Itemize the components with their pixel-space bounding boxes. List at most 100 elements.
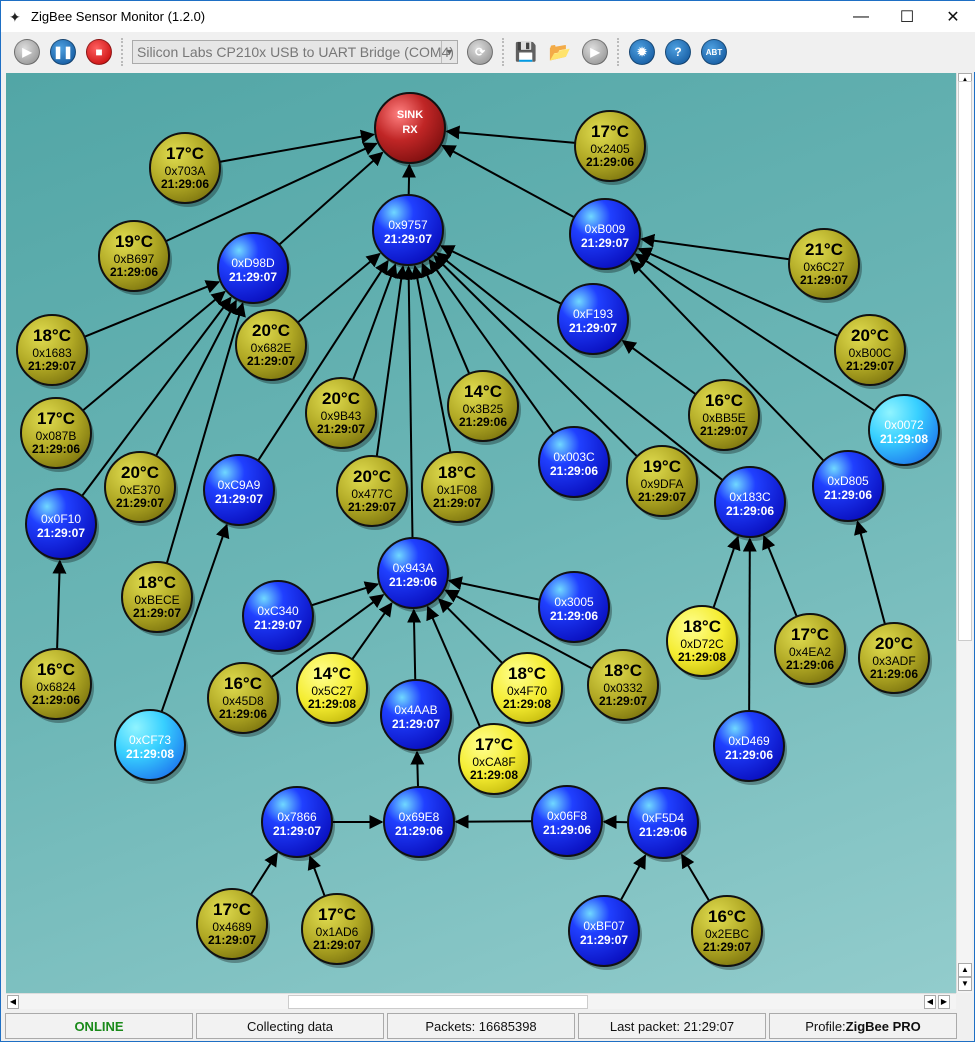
link-477C-to-9757 <box>375 265 409 457</box>
node-D469[interactable]: 0xD46921:29:06 <box>713 710 787 785</box>
node-temperature: 17°C <box>166 144 204 163</box>
node-timestamp: 21:29:06 <box>459 415 507 429</box>
node-timestamp: 21:29:07 <box>569 321 617 335</box>
node-B009[interactable]: 0xB00921:29:07 <box>569 198 643 273</box>
node-address: 0x477C <box>351 487 393 501</box>
node-003C[interactable]: 0x003C21:29:06 <box>538 426 612 501</box>
node-2405[interactable]: 17°C0x240521:29:06 <box>574 110 648 185</box>
node-timestamp: 21:29:07 <box>215 492 263 506</box>
node-address: 0xD72C <box>680 637 724 651</box>
horizontal-scrollbar[interactable]: ◀ ◀ ▶ <box>6 993 956 1009</box>
node-BECE[interactable]: 18°C0xBECE21:29:07 <box>121 561 195 636</box>
vertical-scroll-thumb[interactable] <box>958 81 972 641</box>
node-timestamp: 21:29:07 <box>133 606 181 620</box>
node-1683[interactable]: 18°C0x168321:29:07 <box>16 314 90 389</box>
node-B00C[interactable]: 20°C0xB00C21:29:07 <box>834 314 908 389</box>
node-address: 0xE370 <box>120 483 161 497</box>
node-BB5E[interactable]: 16°C0xBB5E21:29:07 <box>688 379 762 454</box>
node-477C[interactable]: 20°C0x477C21:29:07 <box>336 455 410 530</box>
link-5C27-to-943A <box>351 602 393 660</box>
node-3005[interactable]: 0x300521:29:06 <box>538 571 612 646</box>
node-1AD6[interactable]: 17°C0x1AD621:29:07 <box>301 893 375 968</box>
node-D805[interactable]: 0xD80521:29:06 <box>812 450 886 525</box>
horizontal-scroll-thumb[interactable] <box>288 995 588 1009</box>
node-address: 0x7866 <box>277 810 317 824</box>
node-6C27[interactable]: 21°C0x6C2721:29:07 <box>788 228 862 303</box>
node-703A[interactable]: 17°C0x703A21:29:06 <box>149 132 223 207</box>
node-address: 0x3B25 <box>463 402 504 416</box>
link-C340-to-943A <box>311 581 380 607</box>
node-BF07[interactable]: 0xBF0721:29:07 <box>568 895 642 970</box>
node-9B43[interactable]: 20°C0x9B4321:29:07 <box>305 377 379 452</box>
scroll-down-button-2[interactable]: ▼ <box>958 977 972 991</box>
node-7866[interactable]: 0x786621:29:07 <box>261 786 335 861</box>
maximize-button[interactable]: ☐ <box>884 1 930 32</box>
node-0072[interactable]: 0x007221:29:08 <box>868 394 942 469</box>
node-C340[interactable]: 0xC34021:29:07 <box>242 580 316 655</box>
link-D72C-to-183C <box>712 535 741 609</box>
refresh-icon[interactable]: ⟳ <box>467 39 493 65</box>
link-BF07-to-F5D4 <box>619 854 647 901</box>
node-CA8F[interactable]: 17°C0xCA8F21:29:08 <box>458 723 532 798</box>
node-4F70[interactable]: 18°C0x4F7021:29:08 <box>491 652 565 727</box>
node-3ADF[interactable]: 20°C0x3ADF21:29:06 <box>858 622 932 697</box>
node-1F08[interactable]: 18°C0x1F0821:29:07 <box>421 451 495 526</box>
node-timestamp: 21:29:07 <box>638 490 686 504</box>
vertical-scrollbar[interactable]: ▲ ▲ ▼ <box>956 73 972 993</box>
node-SINK[interactable]: SINK RX <box>374 92 448 167</box>
port-select[interactable]: Silicon Labs CP210x USB to UART Bridge (… <box>132 40 458 64</box>
node-69E8[interactable]: 0x69E821:29:06 <box>383 786 457 861</box>
node-0332[interactable]: 18°C0x033221:29:07 <box>587 649 661 724</box>
node-45D8[interactable]: 16°C0x45D821:29:06 <box>207 662 281 737</box>
node-timestamp: 21:29:06 <box>161 177 209 191</box>
node-6824[interactable]: 16°C0x682421:29:06 <box>20 648 94 723</box>
open-folder-icon[interactable]: 📂 <box>548 40 572 64</box>
scroll-right-button[interactable]: ▶ <box>938 995 950 1009</box>
node-CF73[interactable]: 0xCF7321:29:08 <box>114 709 188 784</box>
node-temperature: 18°C <box>683 617 721 636</box>
node-temperature: 20°C <box>252 321 290 340</box>
node-9757[interactable]: 0x975721:29:07 <box>372 194 446 269</box>
node-timestamp: 21:29:06 <box>726 504 774 518</box>
close-button[interactable]: ✕ <box>930 1 975 32</box>
node-183C[interactable]: 0x183C21:29:06 <box>714 466 788 541</box>
save-icon[interactable]: 💾 <box>514 40 538 64</box>
node-F5D4[interactable]: 0xF5D421:29:06 <box>627 787 701 862</box>
node-943A[interactable]: 0x943A21:29:06 <box>377 537 451 612</box>
node-9DFA[interactable]: 19°C0x9DFA21:29:07 <box>626 445 700 520</box>
node-0F10[interactable]: 0x0F1021:29:07 <box>25 488 99 563</box>
node-5C27[interactable]: 14°C0x5C2721:29:08 <box>296 652 370 727</box>
node-B697[interactable]: 19°C0xB69721:29:06 <box>98 220 172 295</box>
scroll-left-button-2[interactable]: ◀ <box>924 995 936 1009</box>
node-4AAB[interactable]: 0x4AAB21:29:07 <box>380 679 454 754</box>
scroll-left-button[interactable]: ◀ <box>7 995 19 1009</box>
play-icon[interactable]: ▶ <box>14 39 40 65</box>
help-icon[interactable]: ? <box>665 39 691 65</box>
node-E370[interactable]: 20°C0xE37021:29:07 <box>104 451 178 526</box>
node-4689[interactable]: 17°C0x468921:29:07 <box>196 888 270 963</box>
node-temperature: 20°C <box>851 326 889 345</box>
node-06F8[interactable]: 0x06F821:29:06 <box>531 785 605 860</box>
title-bar: ✦ ZigBee Sensor Monitor (1.2.0) — ☐ ✕ <box>1 1 975 32</box>
pause-icon[interactable]: ❚❚ <box>50 39 76 65</box>
node-timestamp: 21:29:07 <box>581 236 629 250</box>
scroll-down-button[interactable]: ▲ <box>958 963 972 977</box>
node-temperature: 17°C <box>318 905 356 924</box>
link-4689-to-7866 <box>249 852 278 896</box>
node-2EBC[interactable]: 16°C0x2EBC21:29:07 <box>691 895 765 970</box>
node-D72C[interactable]: 18°C0xD72C21:29:08 <box>666 605 740 680</box>
node-timestamp: 21:29:08 <box>308 697 356 711</box>
node-3B25[interactable]: 14°C0x3B2521:29:06 <box>447 370 521 445</box>
settings-gear-icon[interactable]: ✹ <box>629 39 655 65</box>
node-F193[interactable]: 0xF19321:29:07 <box>557 283 631 358</box>
link-3005-to-943A <box>447 576 540 601</box>
minimize-button[interactable]: — <box>838 1 884 32</box>
node-timestamp: 21:29:08 <box>880 432 928 446</box>
node-address: 0xD805 <box>827 474 869 488</box>
node-C9A9[interactable]: 0xC9A921:29:07 <box>203 454 277 529</box>
chevron-down-icon[interactable]: ▼ <box>441 41 457 63</box>
about-icon[interactable]: ABT <box>701 39 727 65</box>
replay-icon[interactable]: ▶ <box>582 39 608 65</box>
stop-icon[interactable]: ■ <box>86 39 112 65</box>
node-4EA2[interactable]: 17°C0x4EA221:29:06 <box>774 613 848 688</box>
